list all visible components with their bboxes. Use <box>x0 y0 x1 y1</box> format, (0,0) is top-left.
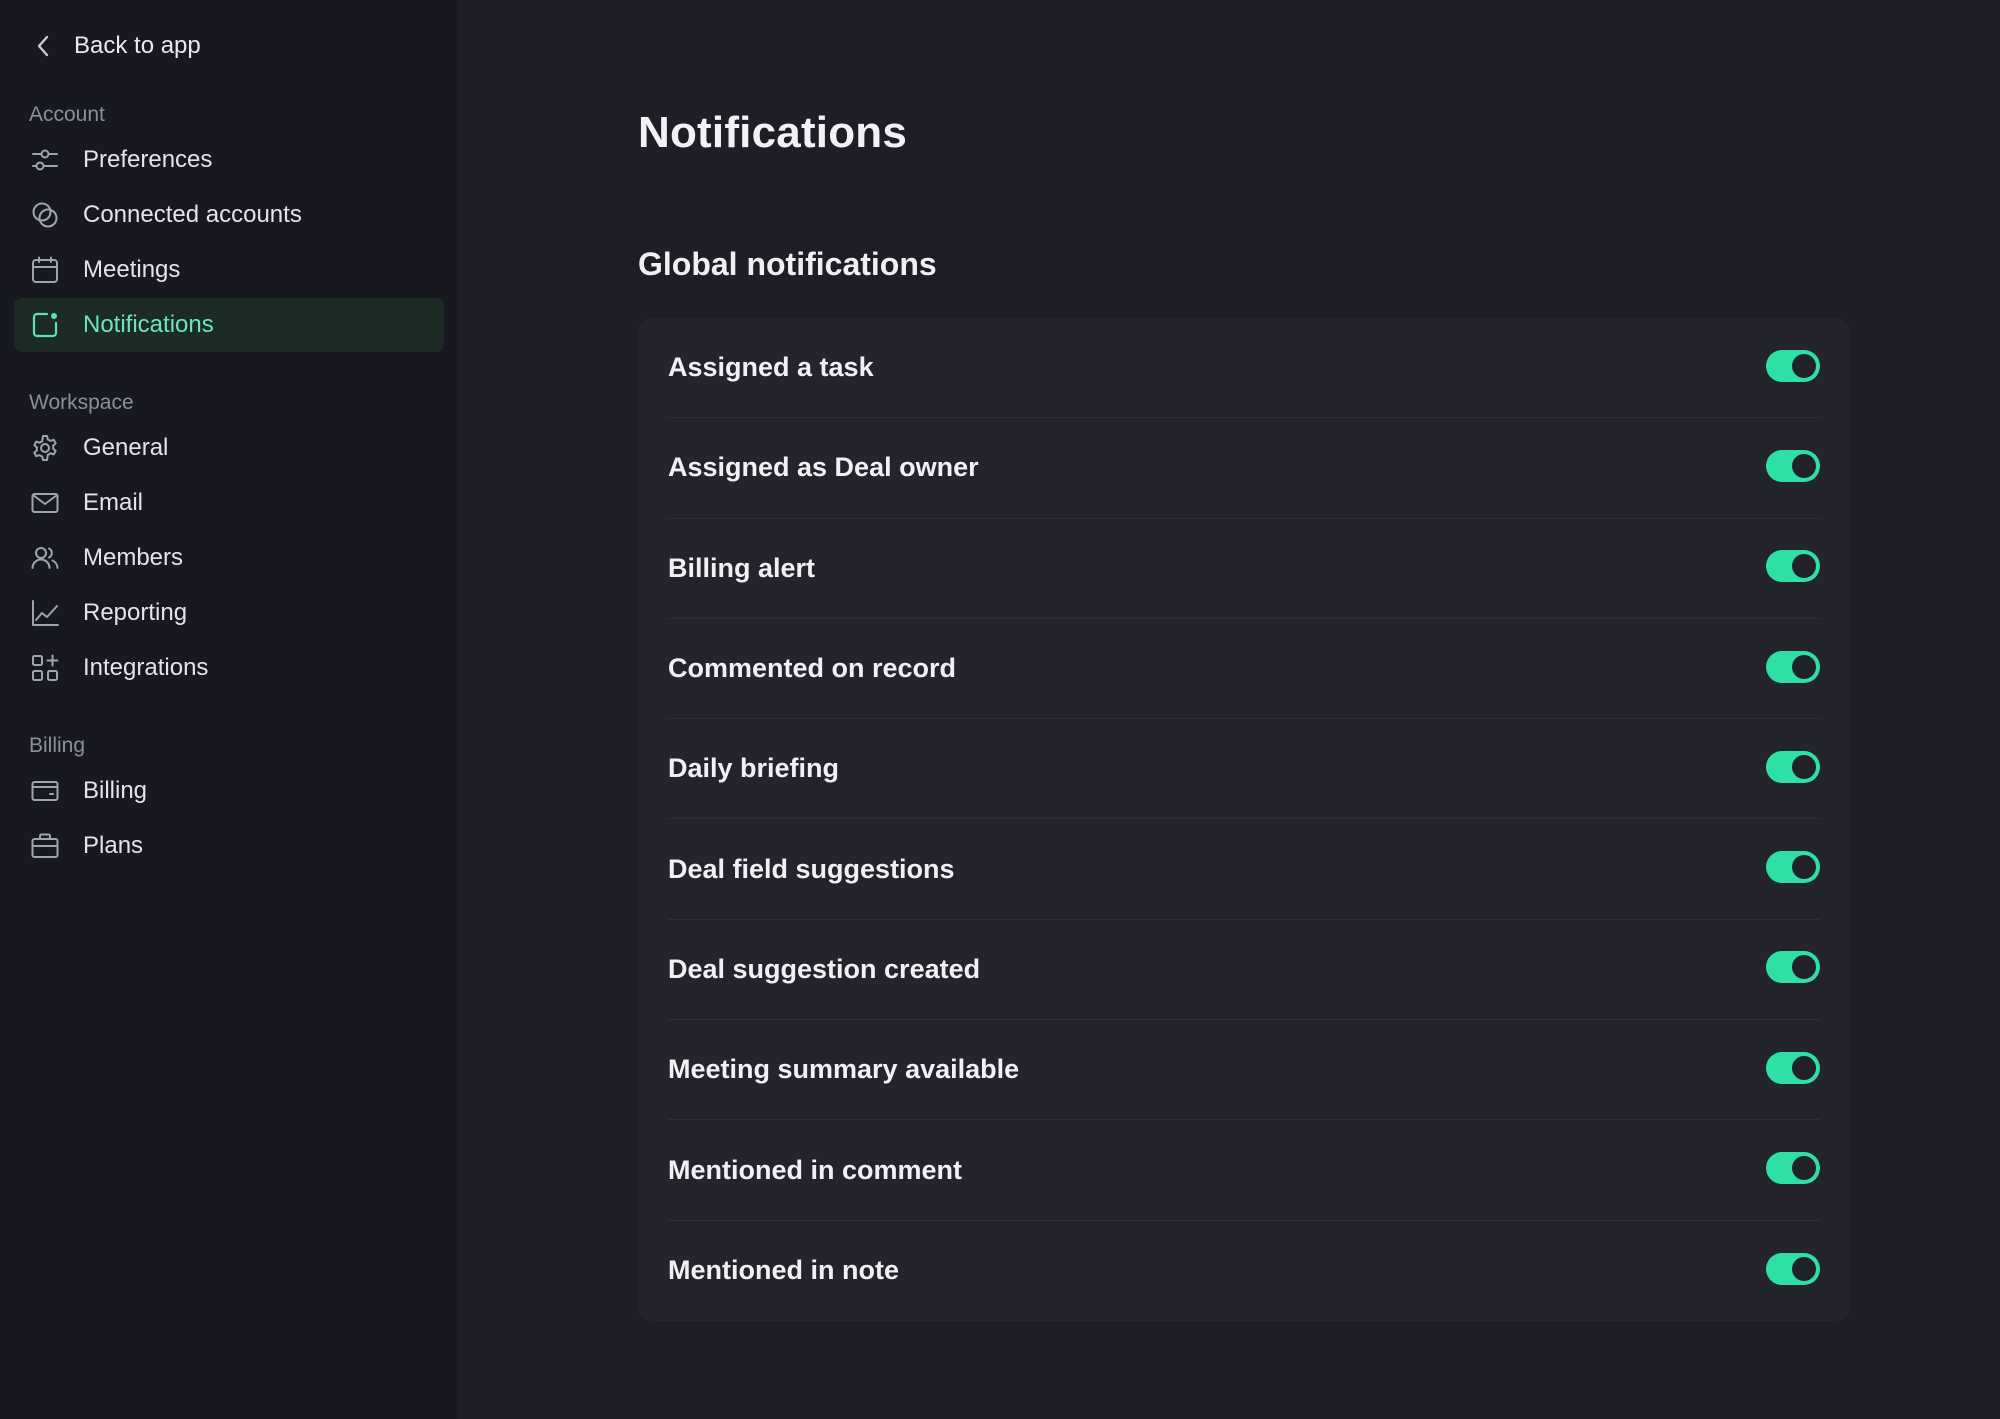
setting-row-assigned-as-deal-owner: Assigned as Deal owner <box>668 418 1820 519</box>
setting-row-meeting-summary-available: Meeting summary available <box>668 1020 1820 1121</box>
toggle-knob <box>1792 1055 1816 1080</box>
page-title: Notifications <box>638 108 908 157</box>
sliders-icon <box>29 144 61 176</box>
main-content: Notifications Global notifications Assig… <box>458 0 2000 1419</box>
toggle-knob <box>1792 754 1816 779</box>
sidebar-item-label: Members <box>83 544 184 571</box>
setting-label: Meeting summary available <box>668 1054 1020 1085</box>
credit-card-icon <box>29 775 61 807</box>
chevron-left-icon <box>30 33 56 59</box>
setting-label: Mentioned in comment <box>668 1154 963 1185</box>
sidebar-item-label: Integrations <box>83 654 209 681</box>
envelope-icon <box>29 487 61 519</box>
toggle-knob <box>1792 453 1816 478</box>
sidebar-item-label: Reporting <box>83 599 188 626</box>
sidebar-item-general[interactable]: General <box>14 421 444 475</box>
sidebar-item-connected-accounts[interactable]: Connected accounts <box>14 188 444 242</box>
sidebar-item-notifications[interactable]: Notifications <box>14 298 444 352</box>
notification-badge-icon <box>29 309 61 341</box>
section-title-workspace: Workspace <box>29 391 134 414</box>
sidebar-item-billing[interactable]: Billing <box>14 764 444 818</box>
sidebar-item-email[interactable]: Email <box>14 476 444 530</box>
sidebar-item-label: Connected accounts <box>83 201 302 228</box>
setting-row-mentioned-in-comment: Mentioned in comment <box>668 1120 1820 1221</box>
toggle-deal-suggestion-created[interactable] <box>1766 951 1820 984</box>
sidebar-item-meetings[interactable]: Meetings <box>14 243 444 297</box>
setting-row-billing-alert: Billing alert <box>668 519 1820 619</box>
toggle-commented-on-record[interactable] <box>1766 650 1820 683</box>
toggle-assigned-as-deal-owner[interactable] <box>1766 449 1820 482</box>
briefcase-icon <box>29 830 61 862</box>
toggle-daily-briefing[interactable] <box>1766 750 1820 783</box>
toggle-meeting-summary-available[interactable] <box>1766 1051 1820 1084</box>
sidebar-item-members[interactable]: Members <box>14 531 444 585</box>
grid-plus-icon <box>29 652 61 684</box>
sidebar-item-label: Preferences <box>83 146 213 173</box>
setting-label: Deal suggestion created <box>668 953 981 984</box>
settings-sidebar: Back to app Account Preferences Connecte… <box>0 0 458 1419</box>
setting-row-deal-field-suggestions: Deal field suggestions <box>668 819 1820 920</box>
setting-label: Daily briefing <box>668 753 840 784</box>
toggle-assigned-a-task[interactable] <box>1766 349 1820 382</box>
toggle-knob <box>1792 855 1816 880</box>
toggle-knob <box>1792 554 1816 579</box>
section-title-account: Account <box>29 103 105 126</box>
sidebar-item-preferences[interactable]: Preferences <box>14 133 444 187</box>
toggle-knob <box>1792 353 1816 378</box>
section-title-global-notifications: Global notifications <box>638 246 937 282</box>
toggle-deal-field-suggestions[interactable] <box>1766 851 1820 884</box>
section-title-billing: Billing <box>29 734 86 757</box>
setting-row-mentioned-in-note: Mentioned in note <box>668 1221 1820 1321</box>
sidebar-item-label: Plans <box>83 832 144 859</box>
toggle-mentioned-in-note[interactable] <box>1766 1252 1820 1285</box>
sidebar-item-reporting[interactable]: Reporting <box>14 586 444 640</box>
setting-label: Billing alert <box>668 552 816 583</box>
back-to-app-label: Back to app <box>74 32 201 59</box>
toggle-knob <box>1792 1156 1816 1181</box>
toggle-knob <box>1792 955 1816 980</box>
setting-label: Assigned as Deal owner <box>668 452 979 483</box>
gear-icon <box>29 432 61 464</box>
sidebar-item-integrations[interactable]: Integrations <box>14 641 444 695</box>
setting-row-daily-briefing: Daily briefing <box>668 719 1820 820</box>
link-circles-icon <box>29 199 61 231</box>
users-icon <box>29 542 61 574</box>
setting-label: Commented on record <box>668 653 957 684</box>
notification-settings-card: Assigned a task Assigned as Deal owner B… <box>638 318 1850 1321</box>
sidebar-item-label: Email <box>83 489 144 516</box>
toggle-billing-alert[interactable] <box>1766 550 1820 583</box>
calendar-icon <box>29 254 61 286</box>
sidebar-item-label: Meetings <box>83 256 181 283</box>
toggle-knob <box>1792 654 1816 679</box>
back-to-app-link[interactable]: Back to app <box>30 28 458 64</box>
setting-label: Assigned a task <box>668 352 874 383</box>
setting-row-assigned-a-task: Assigned a task <box>668 318 1820 419</box>
line-chart-icon <box>29 597 61 629</box>
settings-app: Back to app Account Preferences Connecte… <box>0 0 2000 1419</box>
setting-row-deal-suggestion-created: Deal suggestion created <box>668 920 1820 1021</box>
setting-label: Deal field suggestions <box>668 853 955 884</box>
toggle-mentioned-in-comment[interactable] <box>1766 1152 1820 1185</box>
setting-row-commented-on-record: Commented on record <box>668 619 1820 720</box>
setting-label: Mentioned in note <box>668 1255 899 1286</box>
toggle-knob <box>1792 1256 1816 1281</box>
sidebar-item-label: Notifications <box>83 311 214 338</box>
sidebar-item-label: Billing <box>83 777 148 804</box>
sidebar-item-label: General <box>83 434 169 461</box>
sidebar-item-plans[interactable]: Plans <box>14 819 444 873</box>
